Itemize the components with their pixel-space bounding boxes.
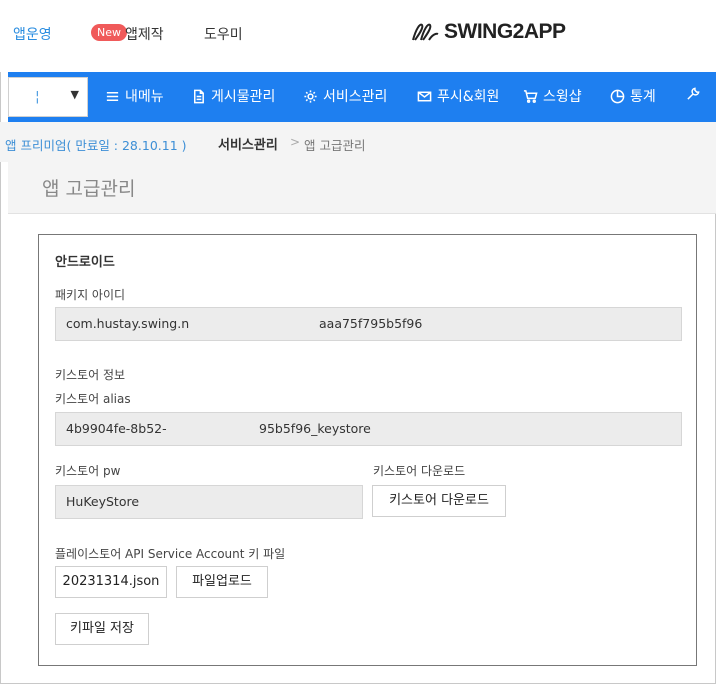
main-nav-bar: ¦ ▼ 내메뉴 게시물관리 서비스관리 푸시&회원 스윙샵 통계 <box>8 72 716 122</box>
breadcrumb: 앱 프리미엄( 만료일 : 28.10.11 ) 서비스관리 > 앱 고급관리 <box>0 122 716 162</box>
nav-item-posts[interactable]: 게시물관리 <box>191 86 275 106</box>
breadcrumb-service-manage[interactable]: 서비스관리 <box>218 134 278 153</box>
nav-item-label: 서비스관리 <box>323 89 388 105</box>
gear-icon <box>304 89 317 103</box>
mail-icon <box>417 91 432 101</box>
keystore-alias-value-end: 95b5f96_keystore <box>259 421 371 436</box>
keystore-alias-value-start: 4b9904fe-8b52- <box>66 421 167 436</box>
top-menu-app-make[interactable]: 앱제작 <box>125 24 164 44</box>
nav-item-label: 통계 <box>630 89 656 105</box>
section-title-android: 안드로이드 <box>55 255 115 270</box>
nav-item-my-menu[interactable]: 내메뉴 <box>105 86 164 106</box>
swing2app-logo[interactable]: SWING2APP <box>410 20 566 44</box>
nav-item-statistics[interactable]: 통계 <box>610 86 656 106</box>
nav-item-label: 푸시&회원 <box>437 89 500 105</box>
nav-item-label: 스윙샵 <box>543 89 582 105</box>
app-select-dropdown[interactable]: ¦ ▼ <box>8 77 88 117</box>
keystore-pw-label: 키스토어 pw <box>55 464 121 478</box>
pie-chart-icon <box>610 89 625 103</box>
menu-icon <box>106 91 119 101</box>
page-title-bar: 앱 고급관리 <box>8 162 716 214</box>
page-title: 앱 고급관리 <box>42 178 136 200</box>
keystore-pw-field[interactable]: HuKeyStore <box>55 485 363 519</box>
nav-item-service[interactable]: 서비스관리 <box>303 86 387 106</box>
premium-expiry-info: 앱 프리미엄( 만료일 : 28.10.11 ) <box>5 138 187 153</box>
wrench-icon <box>687 87 700 100</box>
keystore-alias-label: 키스토어 alias <box>55 392 131 406</box>
package-id-label: 패키지 아이디 <box>55 288 126 302</box>
top-menu-help[interactable]: 도우미 <box>204 24 243 44</box>
breadcrumb-current: 앱 고급관리 <box>304 138 366 153</box>
top-bar: 앱운영 New 앱제작 도우미 SWING2APP <box>0 0 716 72</box>
package-id-field[interactable]: com.hustay.swing.n aaa75f795b5f96 <box>55 307 682 341</box>
logo-mark-icon <box>412 23 439 41</box>
text-cursor-icon: ¦ <box>35 89 40 105</box>
keystore-info-label: 키스토어 정보 <box>55 368 126 382</box>
keystore-alias-field[interactable]: 4b9904fe-8b52- 95b5f96_keystore <box>55 412 682 446</box>
logo-text: SWING2APP <box>444 20 566 43</box>
cart-icon <box>523 89 538 103</box>
save-key-file-button[interactable]: 키파일 저장 <box>55 613 149 645</box>
chevron-down-icon: ▼ <box>70 88 79 101</box>
keystore-pw-value: HuKeyStore <box>66 494 140 509</box>
package-id-value-start: com.hustay.swing.n <box>66 316 190 331</box>
playstore-key-file-label: 플레이스토어 API Service Account 키 파일 <box>55 547 286 561</box>
top-menu-app-manage[interactable]: 앱운영 <box>13 24 52 44</box>
nav-item-label: 게시물관리 <box>211 89 276 105</box>
document-icon <box>194 89 204 103</box>
nav-item-label: 내메뉴 <box>125 89 164 105</box>
package-id-value-end: aaa75f795b5f96 <box>319 316 423 331</box>
key-file-name-box[interactable]: 20231314.json <box>55 566 167 598</box>
nav-item-tools[interactable] <box>686 86 701 101</box>
breadcrumb-separator: > <box>290 135 301 149</box>
android-settings-panel: 안드로이드 패키지 아이디 com.hustay.swing.n aaa75f7… <box>38 234 697 666</box>
nav-item-push-members[interactable]: 푸시&회원 <box>417 86 499 106</box>
nav-item-swing-shop[interactable]: 스윙샵 <box>523 86 582 106</box>
new-badge: New <box>91 24 127 41</box>
file-upload-button[interactable]: 파일업로드 <box>176 566 268 598</box>
keystore-download-button[interactable]: 키스토어 다운로드 <box>372 485 506 517</box>
keystore-download-label: 키스토어 다운로드 <box>373 464 466 478</box>
